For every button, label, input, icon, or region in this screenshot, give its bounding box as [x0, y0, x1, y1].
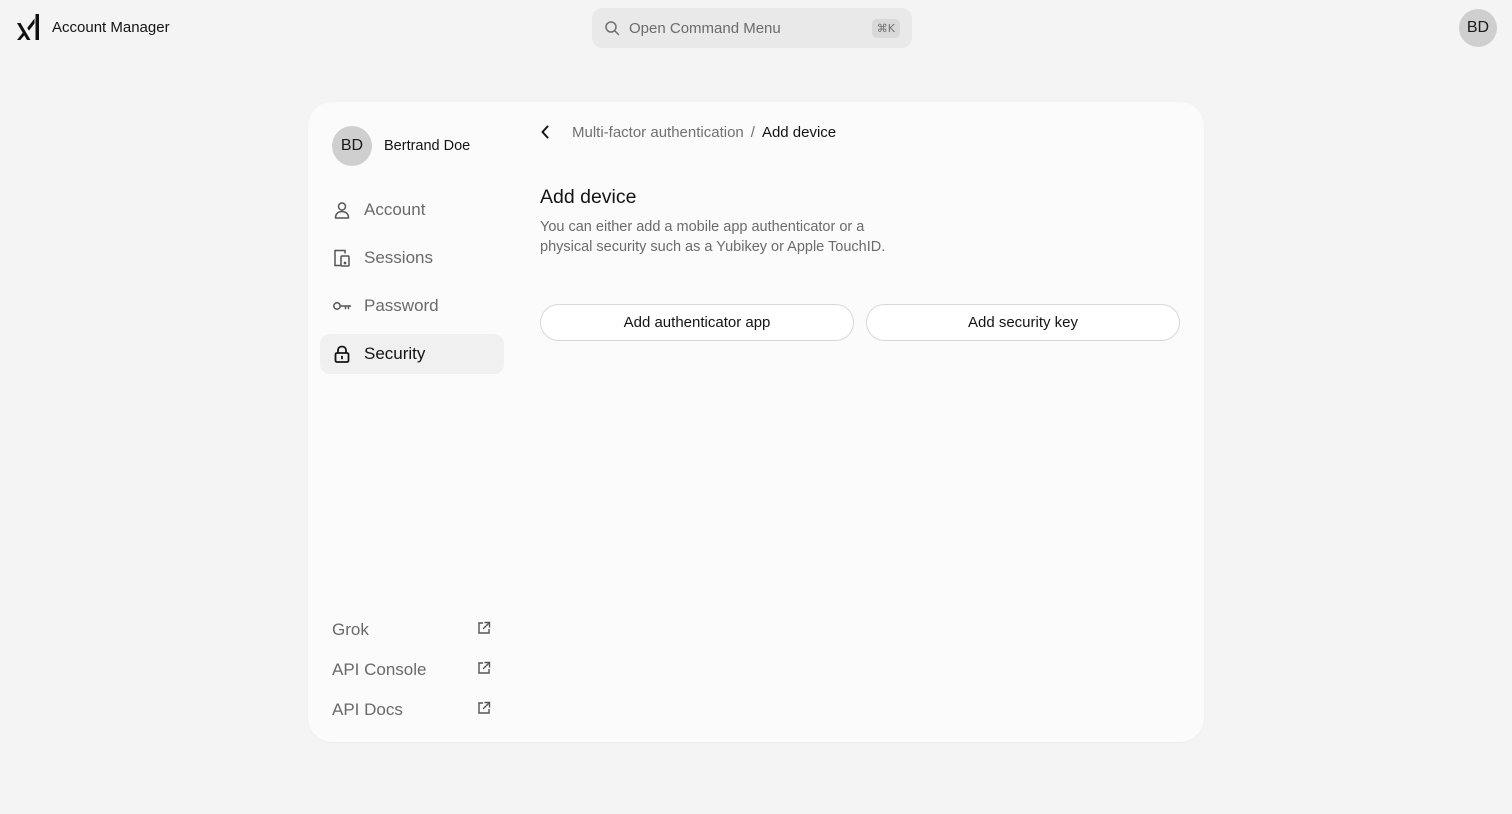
- sidebar-user: BD Bertrand Doe: [332, 126, 470, 166]
- sidebar-item-password[interactable]: Password: [320, 286, 504, 326]
- top-bar: Account Manager Open Command Menu ⌘K BD: [0, 0, 1512, 56]
- brand[interactable]: Account Manager: [16, 13, 170, 41]
- user-icon: [332, 200, 352, 220]
- sidebar-item-account[interactable]: Account: [320, 190, 504, 230]
- shortcut-badge: ⌘K: [871, 18, 900, 38]
- sidebar-item-label: Account: [364, 200, 426, 219]
- sidebar-nav: Account Sessions Password Security: [320, 190, 504, 382]
- link-label: Grok: [332, 620, 369, 639]
- link-label: API Docs: [332, 700, 403, 719]
- app-title: Account Manager: [52, 18, 170, 36]
- sidebar-item-sessions[interactable]: Sessions: [320, 238, 504, 278]
- lock-icon: [332, 344, 352, 364]
- command-menu-label: Open Command Menu: [629, 19, 781, 37]
- sidebar-item-label: Password: [364, 296, 439, 315]
- user-name: Bertrand Doe: [384, 138, 471, 154]
- sidebar-item-label: Security: [364, 344, 426, 363]
- breadcrumb-separator: /: [750, 123, 755, 141]
- external-link-icon: [476, 620, 492, 641]
- search-icon: [604, 20, 620, 36]
- breadcrumb: Multi-factor authentication / Add device: [540, 120, 836, 144]
- settings-card: BD Bertrand Doe Account Sessions Passwor…: [308, 102, 1204, 742]
- external-links: Grok API Console API Docs: [332, 610, 492, 730]
- devices-icon: [332, 248, 352, 268]
- external-link-icon: [476, 660, 492, 681]
- page-title: Add device: [540, 186, 637, 208]
- key-icon: [332, 296, 352, 316]
- add-authenticator-app-button[interactable]: Add authenticator app: [540, 304, 854, 341]
- sidebar: BD Bertrand Doe Account Sessions Passwor…: [308, 102, 520, 742]
- xai-logo-icon: [16, 13, 40, 41]
- sidebar-item-label: Sessions: [364, 248, 433, 267]
- header-avatar[interactable]: BD: [1459, 9, 1497, 47]
- back-icon[interactable]: [540, 120, 564, 144]
- sidebar-item-security[interactable]: Security: [320, 334, 504, 374]
- page-description: You can either add a mobile app authenti…: [540, 219, 886, 255]
- command-menu-button[interactable]: Open Command Menu ⌘K: [592, 8, 912, 48]
- device-actions: Add authenticator app Add security key: [540, 304, 1180, 341]
- link-label: API Console: [332, 660, 427, 679]
- external-link-icon: [476, 700, 492, 721]
- breadcrumb-parent[interactable]: Multi-factor authentication: [572, 124, 744, 141]
- avatar: BD: [332, 126, 372, 166]
- add-security-key-button[interactable]: Add security key: [866, 304, 1180, 341]
- breadcrumb-current: Add device: [761, 123, 837, 141]
- link-api-docs[interactable]: API Docs: [332, 690, 492, 730]
- link-api-console[interactable]: API Console: [332, 650, 492, 690]
- link-grok[interactable]: Grok: [332, 610, 492, 650]
